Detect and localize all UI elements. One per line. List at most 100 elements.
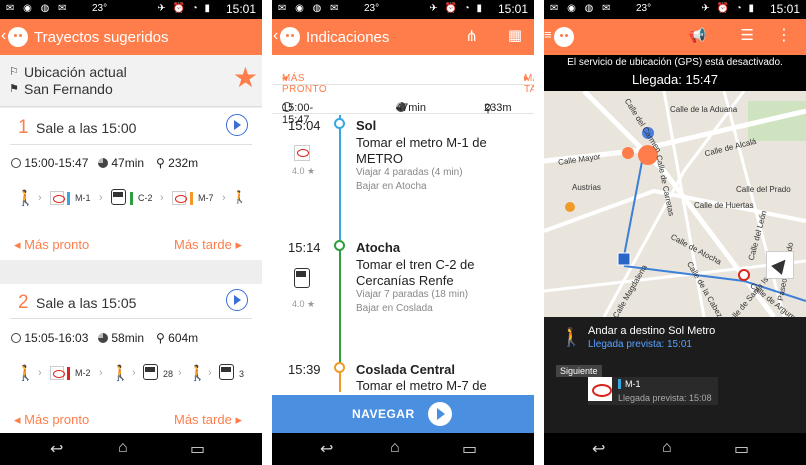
recents-icon[interactable]: ▭: [734, 439, 749, 459]
app-logo-icon[interactable]: [554, 27, 574, 47]
next-label: Siguiente: [556, 365, 602, 377]
notification-icons: ✉ ◉ ◍ ✉: [6, 3, 70, 14]
play-route-button[interactable]: [226, 114, 248, 136]
walk-icon: 🚶: [232, 190, 247, 204]
back-icon[interactable]: ↩: [320, 439, 333, 459]
walk-icon: ⚲: [156, 331, 165, 345]
weather-temp: 23°: [92, 3, 108, 14]
chevron-right-icon: ▸: [524, 73, 530, 84]
play-route-button[interactable]: [226, 289, 248, 311]
chevron-icon: ›: [160, 192, 164, 204]
train-icon: [111, 189, 126, 205]
action-bar: ≡ 📢 ☰ ⋮: [544, 19, 806, 55]
list-icon[interactable]: ☰: [741, 26, 754, 44]
system-icons: ✈ ⏰ ◔ ▮: [429, 3, 484, 14]
megaphone-icon[interactable]: 📢: [689, 27, 706, 44]
separator: [0, 264, 262, 284]
route-departure: Sale a las 15:05: [36, 295, 137, 311]
bus-icon: [143, 364, 158, 380]
home-icon[interactable]: ⌂: [390, 439, 400, 457]
timeline-dot: [334, 240, 345, 251]
menu-icon[interactable]: ≡: [544, 27, 552, 42]
page-title: Indicaciones: [306, 29, 390, 46]
back-arrow-icon[interactable]: ‹: [273, 27, 278, 45]
time-nav-row: ◂ MÁS PRONTO MÁS TARDE ▸: [272, 55, 534, 95]
origin-label[interactable]: Ubicación actual: [24, 64, 127, 80]
route-departure: Sale a las 15:00: [36, 120, 137, 136]
next-arrival: Llegada prevista: 15:08: [618, 393, 712, 403]
locate-me-button[interactable]: [766, 251, 794, 279]
chevron-right-icon: ▸: [235, 237, 242, 252]
step-stops: Viajar 7 paradas (18 min): [356, 289, 469, 300]
chevron-icon: ›: [99, 367, 103, 379]
next-step-card[interactable]: M-1 Llegada prevista: 15:08: [588, 377, 718, 405]
line-label: C-2: [138, 193, 153, 203]
step-instruction: Tomar el metro M-1 de METRO: [356, 135, 487, 166]
route-card-2[interactable]: 2 Sale a las 15:05 15:05-16:03 58min ⚲ 6…: [0, 284, 262, 433]
street-label: Austrias: [572, 183, 601, 192]
back-icon[interactable]: ↩: [592, 439, 605, 459]
status-bar: ✉ ◉ ◍ ✉ 23° ✈ ⏰ ◔ ▮ 15:01: [544, 0, 806, 19]
origin-destination-card: ⚐ Ubicación actual ⚑ San Fernando ★: [0, 55, 262, 107]
walk-icon: 🚶: [188, 365, 207, 382]
navigate-button[interactable]: NAVEGAR: [272, 395, 534, 433]
position-marker: [617, 252, 631, 266]
walk-icon: 🚶: [560, 327, 583, 347]
app-logo-icon[interactable]: [8, 27, 28, 47]
metro-stop-marker: [738, 269, 750, 281]
route-card-1[interactable]: 1 Sale a las 15:00 15:00-15:47 47min ⚲ 2…: [0, 108, 262, 260]
earlier-link[interactable]: ◂ Más pronto: [14, 412, 89, 428]
clock: 15:01: [769, 2, 800, 16]
chevron-icon: ›: [38, 192, 42, 204]
recents-icon[interactable]: ▭: [190, 439, 205, 459]
home-icon[interactable]: ⌂: [118, 439, 128, 457]
walk-distance: ⚲ 232m: [156, 156, 199, 170]
map-view[interactable]: Calle de la Aduana Calle Mayor Calle del…: [544, 91, 806, 317]
later-link[interactable]: Más tarde ▸: [174, 237, 242, 253]
street-label: Calle del Prado: [736, 185, 791, 194]
screen-navigation-map: ✉ ◉ ◍ ✉ 23° ✈ ⏰ ◔ ▮ 15:01 ≡ 📢 ☰ ⋮ El ser…: [544, 0, 806, 465]
walk-icon: ⚲: [156, 156, 165, 170]
status-bar: ✉ ◉ ◍ ✉ 23° ✈ ⏰ ◔ ▮ 15:01: [0, 0, 262, 19]
screen-directions: ✉ ◉ ◍ ✉ 23° ✈ ⏰ ◔ ▮ 15:01 ‹ Indicaciones…: [272, 0, 534, 465]
chevron-left-icon: ◂: [14, 237, 21, 252]
timeline-segment-m1: [339, 115, 341, 240]
weather-temp: 23°: [636, 3, 652, 14]
line-label: 28: [163, 369, 174, 379]
expected-arrival: Llegada prevista: 15:01: [588, 339, 692, 350]
chevron-icon: ›: [222, 192, 226, 204]
overflow-menu-icon[interactable]: ⋮: [776, 25, 792, 45]
duration-icon: [98, 333, 108, 343]
poi-marker: [622, 147, 634, 159]
play-icon: [428, 402, 452, 426]
notification-icons: ✉ ◉ ◍ ✉: [278, 3, 342, 14]
app-logo-icon[interactable]: [280, 27, 300, 47]
favorite-star-icon[interactable]: ★: [233, 61, 258, 94]
chevron-icon: ›: [178, 367, 182, 379]
share-icon[interactable]: ⋔: [465, 27, 478, 45]
later-link[interactable]: Más tarde ▸: [174, 412, 242, 428]
map-icon[interactable]: ▦: [508, 26, 522, 44]
divider: [10, 318, 252, 319]
step-stop: Coslada Central: [356, 362, 455, 377]
destination-label[interactable]: San Fernando: [24, 81, 113, 97]
recents-icon[interactable]: ▭: [462, 439, 477, 459]
step-stop: Sol: [356, 118, 377, 133]
rating: 4.0 ★: [292, 299, 316, 309]
system-nav-bar: ↩ ⌂ ▭: [544, 433, 806, 465]
notification-icons: ✉ ◉ ◍ ✉: [550, 3, 614, 14]
home-icon[interactable]: ⌂: [662, 439, 672, 457]
system-icons: ✈ ⏰ ◔ ▮: [701, 3, 756, 14]
chevron-icon: ›: [38, 367, 42, 379]
destination-flag-icon: ⚑: [9, 83, 19, 95]
current-instruction: Andar a destino Sol Metro: [588, 325, 716, 337]
earlier-link[interactable]: ◂ Más pronto: [14, 237, 89, 253]
back-icon[interactable]: ↩: [50, 439, 63, 459]
back-arrow-icon[interactable]: ‹: [1, 27, 6, 45]
origin-flag-icon: ⚐: [9, 66, 19, 78]
street-label: Calle de Huertas: [694, 201, 754, 210]
train-icon: [294, 268, 310, 288]
navigation-panel: 🚶 Andar a destino Sol Metro Llegada prev…: [544, 317, 806, 433]
step-instruction: Tomar el tren C-2 de Cercanías Renfe: [356, 257, 475, 288]
clock: 15:01: [225, 2, 256, 16]
